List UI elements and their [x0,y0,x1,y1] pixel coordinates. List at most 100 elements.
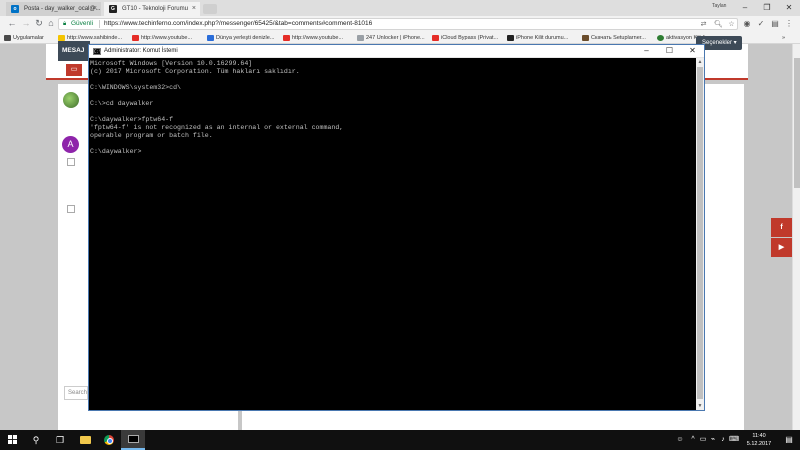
bookmark-item[interactable]: iPhone Kilit durumu... [507,33,577,43]
close-icon[interactable]: × [93,2,97,16]
extension-icon[interactable]: ▤ [770,18,780,29]
console-line: C:\>cd daywalker [90,100,154,107]
page-scrollbar[interactable] [792,44,800,430]
scroll-thumb[interactable] [794,58,800,188]
system-clock[interactable]: 11:40 5.12.2017 [742,432,776,448]
browser-tab-mail[interactable]: o Posta - day_walker_ocal@... × [6,2,101,16]
windows-logo-icon [7,435,17,444]
bookmark-label: 247 Unlocker | iPhone... [366,35,425,41]
bookmark-label: iPhone Kilit durumu... [516,35,569,41]
tab-title: Posta - day_walker_ocal@... [24,6,101,12]
start-windows-icon[interactable] [0,430,24,450]
compose-icon[interactable]: ▭ [66,64,82,76]
bookmarks-overflow-icon[interactable]: » [780,33,792,43]
close-icon[interactable]: ✕ [681,45,704,58]
file-explorer-icon[interactable] [73,430,97,450]
keyboard-icon[interactable]: ⌨ [728,430,740,450]
translate-icon[interactable]: ⇄ [699,20,708,29]
restore-icon[interactable]: ❐ [756,0,778,16]
clock-time: 11:40 [752,433,766,439]
avatar[interactable] [63,92,79,108]
scroll-thumb[interactable] [697,67,703,399]
extension-icon[interactable]: ◉ [742,18,752,29]
url-text: https://www.techinferno.com/index.php?/m… [104,20,373,27]
lock-icon: 🔒︎ [63,21,67,27]
notification-icon[interactable]: ▤ [780,430,798,450]
folder-icon [79,436,91,444]
bookmark-item[interactable]: Скачать Setuplarner... [582,33,652,43]
tab-title: GT10 - Teknoloji Forumu [122,6,188,12]
menu-icon[interactable]: ⋮ [784,18,794,29]
cmd-taskbar-icon[interactable] [121,430,145,450]
browser-tab-forum[interactable]: G GT10 - Teknoloji Forumu × [104,2,200,16]
zoom-icon[interactable]: 🔍︎ [714,20,723,29]
search-input[interactable]: Search [64,386,88,400]
close-icon[interactable]: × [192,2,196,16]
avatar-letter[interactable]: A [62,136,79,153]
bookmark-icon [582,35,589,41]
maximize-icon[interactable]: ☐ [658,45,681,58]
volume-icon[interactable]: ♪ [718,430,728,450]
back-icon[interactable]: ← [6,17,18,30]
extension-icon[interactable]: ✓ [756,18,766,29]
bookmark-item[interactable]: Dünya yerleşti denizle... [207,33,277,43]
network-icon[interactable]: ⌁ [708,430,718,450]
search-icon[interactable]: ⚲ [24,430,48,450]
bookmarks-bar: Uygulamalar http://www.sahibinde... http… [0,32,800,44]
bookmark-label: http://www.youtube... [141,35,193,41]
home-icon[interactable]: ⌂ [45,17,57,30]
new-tab-button[interactable] [203,4,217,14]
scroll-down-icon[interactable]: ▼ [696,402,704,410]
tray-overflow-icon[interactable]: ^ [688,430,698,450]
cmd-title-bar[interactable]: C:\ Administrator: Komut İstemi – ☐ ✕ [89,45,704,58]
people-icon[interactable]: ☺ [674,430,686,450]
bookmark-label: Uygulamalar [13,35,44,41]
console-prompt[interactable]: C:\daywalker> [90,148,696,156]
bookmark-label: http://www.youtube... [292,35,344,41]
cmd-scrollbar[interactable]: ▲ ▼ [696,58,704,410]
facebook-icon[interactable]: f [771,218,792,237]
bookmark-item[interactable]: http://www.youtube... [283,33,349,43]
unlocker-icon [357,35,364,41]
command-prompt-window[interactable]: C:\ Administrator: Komut İstemi – ☐ ✕ Mi… [88,44,705,411]
gt-icon: G [109,5,117,13]
profile-user-label[interactable]: Taylan [712,3,726,9]
terminal-icon [127,435,139,443]
minimize-icon[interactable]: – [635,45,658,58]
outlook-icon: o [11,5,19,13]
console-line: C:\WINDOWS\system32>cd\ [90,84,182,91]
minimize-icon[interactable]: – [734,0,756,16]
chrome-taskbar-icon[interactable] [97,430,121,450]
bookmark-star-icon[interactable]: ☆ [727,20,736,29]
forward-icon[interactable]: → [20,17,32,30]
browser-toolbar: ← → ↻ ⌂ 🔒︎ Güvenli https://www.techinfer… [0,16,800,32]
bookmark-label: Скачать Setuplarner... [591,35,646,41]
message-checkbox[interactable] [67,205,75,213]
terminal-icon: C:\ [93,48,102,55]
bookmark-item[interactable]: 247 Unlocker | iPhone... [357,33,425,43]
youtube-icon[interactable]: ▶ [771,238,792,257]
battery-icon[interactable]: ▭ [698,430,708,450]
reload-icon[interactable]: ↻ [33,17,45,30]
close-icon[interactable]: ✕ [778,0,800,16]
window-title: Administrator: Komut İstemi [104,48,178,54]
console-line: Microsoft Windows [Version 10.0.16299.64… [90,60,253,67]
taskbar: ⚲ ❐ ☺ ^ ▭ ⌁ ♪ ⌨ 11:40 5.12.2017 ▤ [0,430,800,450]
console-line: 'fptw64-f' is not recognized as an inter… [90,124,344,131]
message-checkbox[interactable] [67,158,75,166]
scroll-up-icon[interactable]: ▲ [696,58,704,66]
task-view-icon[interactable]: ❐ [48,430,72,450]
divider [99,20,100,28]
bookmark-item[interactable]: http://www.youtube... [132,33,198,43]
apps-grid-icon [4,35,11,41]
bookmark-item[interactable]: iCloud Bypass (Privat... [432,33,500,43]
bookmark-apps[interactable]: Uygulamalar [4,33,52,43]
console-output[interactable]: Microsoft Windows [Version 10.0.16299.64… [89,58,696,410]
console-line: (c) 2017 Microsoft Corporation. Tüm hakl… [90,68,300,75]
address-bar[interactable]: 🔒︎ Güvenli https://www.techinferno.com/i… [58,18,738,30]
browser-tab-strip: o Posta - day_walker_ocal@... × G GT10 -… [0,0,800,16]
